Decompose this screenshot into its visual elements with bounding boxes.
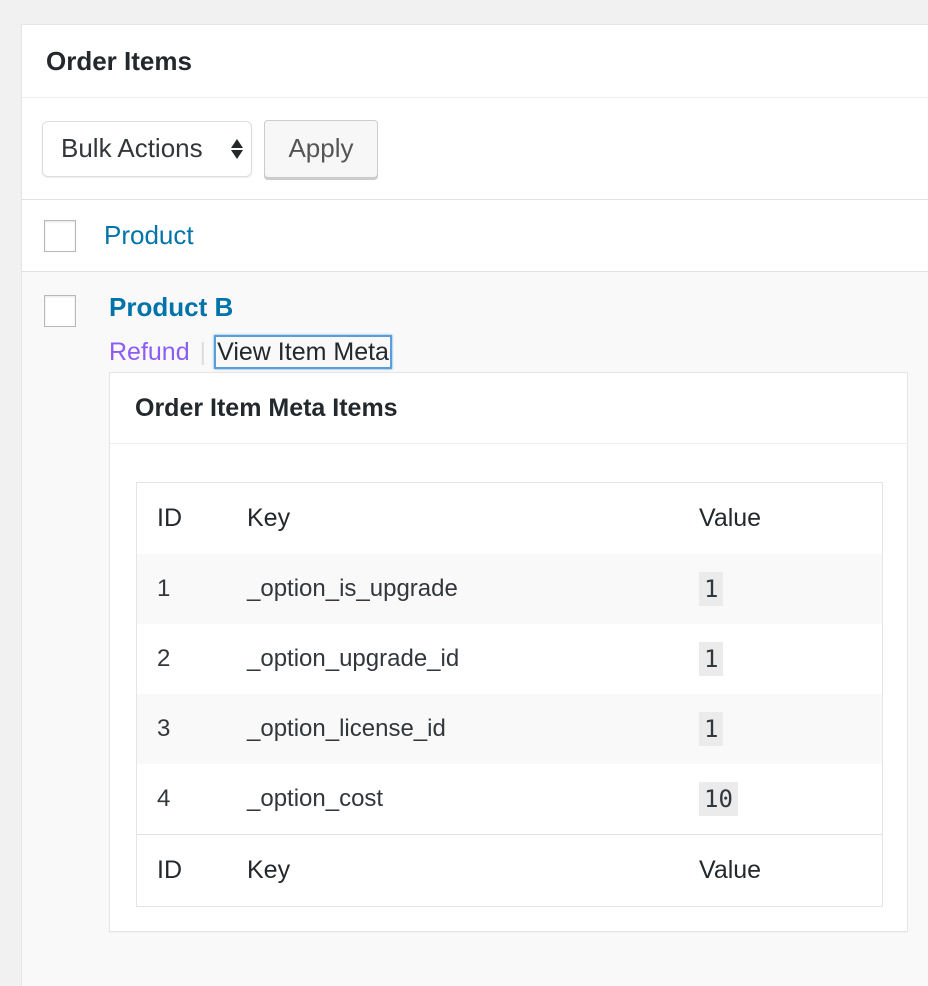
apply-button[interactable]: Apply — [264, 119, 378, 178]
meta-table-header: ID Key Value — [137, 483, 882, 554]
meta-row-value: 1 — [699, 712, 724, 746]
panel-header: Order Items — [22, 25, 928, 98]
meta-row-value: 1 — [699, 642, 724, 676]
meta-row-value: 10 — [699, 782, 738, 816]
meta-foot-key: Key — [247, 856, 291, 884]
table-header-row: Product — [22, 200, 928, 272]
item-checkbox[interactable] — [44, 295, 76, 327]
meta-box-title: Order Item Meta Items — [110, 373, 907, 444]
meta-row: 1 _option_is_upgrade 1 — [137, 554, 882, 624]
select-all-checkbox[interactable] — [44, 219, 76, 252]
meta-row-value-cell: 1 — [699, 712, 882, 746]
row-actions: Refund | View Item Meta — [109, 335, 392, 369]
order-item-meta-box: Order Item Meta Items ID Key Value 1 _op… — [109, 372, 908, 932]
meta-table: ID Key Value 1 _option_is_upgrade 1 2 _o… — [136, 482, 883, 907]
table-row: Product B Refund | View Item Meta Order … — [22, 272, 928, 986]
panel-title: Order Items — [46, 45, 192, 76]
meta-row-id: 4 — [157, 785, 171, 812]
column-product-header[interactable]: Product — [104, 220, 194, 251]
meta-row-id: 3 — [157, 715, 171, 742]
meta-row-key: _option_upgrade_id — [247, 645, 460, 672]
meta-table-footer: ID Key Value — [137, 834, 882, 906]
meta-row-id: 1 — [157, 575, 171, 602]
meta-row: 3 _option_license_id 1 — [137, 694, 882, 764]
meta-row-key: _option_cost — [247, 785, 384, 812]
meta-row-value-cell: 10 — [699, 782, 882, 816]
meta-foot-id: ID — [157, 856, 182, 884]
meta-col-id: ID — [157, 504, 182, 532]
meta-col-key: Key — [247, 504, 291, 532]
meta-col-value: Value — [699, 504, 762, 532]
view-item-meta-link[interactable]: View Item Meta — [214, 335, 392, 369]
meta-row-value: 1 — [699, 572, 724, 606]
meta-row-id: 2 — [157, 645, 171, 672]
meta-row-value-cell: 1 — [699, 642, 882, 676]
product-name-link[interactable]: Product B — [109, 292, 233, 323]
bulk-actions-label: Bulk Actions — [61, 133, 203, 163]
action-separator: | — [199, 337, 207, 366]
meta-row-key: _option_license_id — [247, 715, 446, 742]
meta-row-value-cell: 1 — [699, 572, 882, 606]
order-items-panel: Order Items Bulk Actions Apply Product P… — [21, 24, 928, 986]
meta-foot-value: Value — [699, 856, 762, 884]
tablenav: Bulk Actions Apply — [22, 98, 928, 200]
meta-row: 2 _option_upgrade_id 1 — [137, 624, 882, 694]
meta-row-key: _option_is_upgrade — [247, 575, 458, 602]
bulk-actions-select[interactable]: Bulk Actions — [42, 120, 252, 177]
select-arrows-icon — [231, 138, 243, 159]
refund-link[interactable]: Refund — [109, 338, 190, 367]
meta-row: 4 _option_cost 10 — [137, 764, 882, 834]
